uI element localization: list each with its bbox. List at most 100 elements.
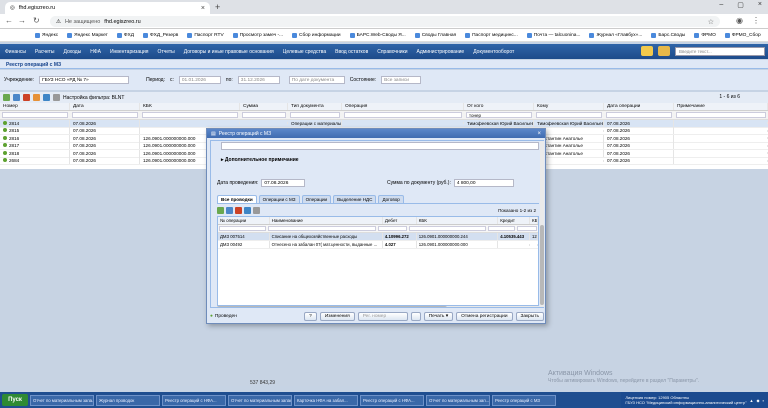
taskbar-item[interactable]: Реестр операций с НФА... [162,394,226,406]
menu-item[interactable]: Финансы [4,49,27,55]
taskbar-item[interactable]: Отчет по материальным запа... [30,394,94,406]
date-to-input[interactable]: 31.12.2026 [237,76,280,84]
edit-icon[interactable] [13,94,20,101]
menu-item[interactable]: Инвентаризация [109,49,150,55]
date-input[interactable]: 07.08.2026 [261,179,306,187]
menu-item[interactable]: Документооборот [472,49,515,55]
url-input[interactable]: ⚠ Не защищено fhd.egiszreo.ru ☆ [50,16,720,27]
org-select[interactable]: ГБУЗ НСО «РД № 7» [39,76,130,84]
horizontal-scrollbar[interactable] [217,306,539,307]
minimize-icon[interactable]: – [719,1,723,9]
filter-from-input[interactable]: тонер [466,112,532,118]
column-header[interactable]: КБК [417,217,499,224]
help-button[interactable]: ? [304,312,317,321]
date-type-select[interactable]: По дате документа [288,76,345,84]
changes-button[interactable]: Изменения [319,312,355,321]
taskbar-item[interactable]: Журнал проводок [96,394,160,406]
bookmark-item[interactable]: ФХД_Резерв [142,32,178,38]
copy-posting-icon[interactable] [244,207,251,214]
add-posting-icon[interactable] [217,207,224,214]
filter-cell[interactable] [344,112,462,118]
delete-posting-icon[interactable] [235,207,242,214]
cancel-registration-button[interactable]: Отмена регистрации [456,312,513,321]
refresh-icon[interactable] [33,94,40,101]
bookmark-item[interactable]: Почта — talcuonina... [526,32,580,38]
menu-item[interactable]: Ввод остатков [334,49,369,55]
dialog-tab[interactable]: Выделение НДС [333,195,377,204]
filter-cell[interactable] [72,112,138,118]
filter-cell[interactable] [377,226,408,231]
dialog-titlebar[interactable]: ▤ Реестр операций с МЗ × [207,129,545,138]
add-icon[interactable] [3,94,10,101]
state-select[interactable]: Все записи [381,76,422,84]
date-from-input[interactable]: 01.01.2026 [178,76,221,84]
sum-input[interactable]: 4 800,00 [453,179,514,187]
menu-item[interactable]: Договоры и иные правовые основания [183,49,275,55]
browser-tab[interactable]: ◎ fhd.egiszreo.ru × [5,2,210,14]
reg-number-button[interactable]: Рег. номер [357,312,408,321]
back-icon[interactable]: ← [5,16,13,25]
bookmark-item[interactable]: Яндекс [35,32,58,38]
filter-cell[interactable] [2,112,68,118]
reg-extra-button[interactable] [410,312,421,321]
menu-item[interactable]: НФА [89,49,102,55]
bookmark-item[interactable]: ФРМО [694,32,716,38]
info-icon[interactable] [658,46,670,56]
bookmark-item[interactable]: ФХД [116,32,134,38]
filter-settings-link[interactable]: Настройка фильтра: BLNT [63,95,124,101]
table-row[interactable]: ДМЗ 00492 Отнесено на забалан 07( мат.цен… [218,241,538,249]
delete-icon[interactable] [23,94,30,101]
bookmark-item[interactable]: Паспорт RTV [187,32,224,38]
bookmark-item[interactable]: Сбор информации [292,32,341,38]
bookmark-star-icon[interactable]: ☆ [708,18,714,26]
column-header[interactable]: КБК [140,103,240,110]
dialog-tab[interactable]: Операции [301,195,332,204]
taskbar-item[interactable]: Карточка НФА на забал... [294,394,358,406]
mail-icon[interactable] [641,46,653,56]
taskbar-item[interactable]: Отчет по материальным зап... [426,394,490,406]
column-header[interactable]: Примечание [674,103,768,110]
menu-item[interactable]: Отчеты [156,49,175,55]
bookmark-item[interactable]: БАРС.Web-Своды Я... [349,32,406,38]
bookmark-item[interactable]: Яндекс Маркет [67,32,108,38]
print-button[interactable]: Печать ▾ [423,312,454,321]
filter-cell[interactable] [268,226,376,231]
dialog-tab[interactable]: Все проводки [217,195,257,204]
column-header[interactable]: Кому [534,103,604,110]
export-icon[interactable] [43,94,50,101]
column-header[interactable]: КБК [530,217,538,224]
tray-icon[interactable]: ◆ [757,398,760,403]
column-header[interactable]: № операции [218,217,270,224]
column-header[interactable]: Сумма [240,103,288,110]
column-header[interactable]: Операция [342,103,464,110]
filter-cell[interactable] [676,112,766,118]
close-window-icon[interactable]: × [758,1,762,9]
forward-icon[interactable]: → [18,16,26,25]
reload-icon[interactable]: ↻ [33,16,40,25]
edit-posting-icon[interactable] [226,207,233,214]
column-header[interactable]: Дата операции [604,103,674,110]
maximize-icon[interactable]: ▢ [737,1,744,9]
bookmark-item[interactable]: Паспорт медицинс... [465,32,518,38]
taskbar-item[interactable]: Реестр операций с МЗ [492,394,556,406]
column-header[interactable]: От кого [464,103,534,110]
profile-icon[interactable]: ◉ [736,16,743,25]
table-row[interactable]: ДМЗ 007514 Списание на общехозяйственные … [218,233,538,241]
bookmark-item[interactable]: Барс.Своды [651,32,685,38]
vertical-scrollbar[interactable] [540,141,544,307]
browser-menu-icon[interactable]: ⋮ [752,16,760,25]
column-header[interactable]: Наименование [270,217,383,224]
menu-item[interactable]: Справочники [376,49,408,55]
bookmark-item[interactable]: ФРМО_Сбор [724,32,761,38]
filter-cell[interactable] [242,112,286,118]
tray-icon[interactable]: ▲ [750,398,754,403]
close-tab-icon[interactable]: × [201,5,205,12]
new-tab-button[interactable]: + [215,2,220,12]
menu-item[interactable]: Доходы [63,49,83,55]
taskbar-item[interactable]: Реестр операций с НФА... [360,394,424,406]
filter-icon[interactable] [53,94,60,101]
tray-icon[interactable]: ▪ [763,398,764,403]
menu-item[interactable]: Целевые средства [282,49,327,55]
dialog-close-icon[interactable]: × [537,131,541,137]
additional-note-header[interactable]: ▸ Дополнительное примечание [221,157,299,163]
